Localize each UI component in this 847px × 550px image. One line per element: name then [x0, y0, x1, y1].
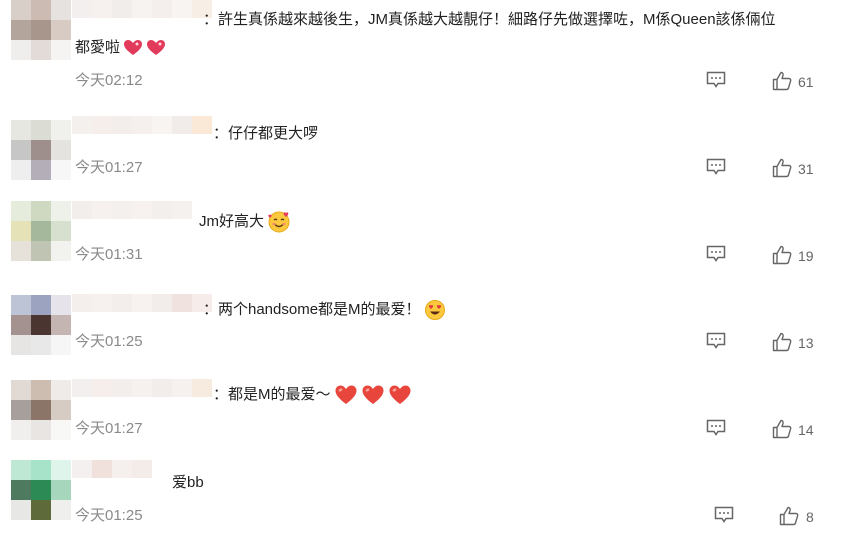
heart-eyes-emoji: [424, 299, 446, 321]
comment-text-line1: ：两个handsome都是M的最爱！: [203, 301, 421, 318]
comment-item: Jm好高大 今天01:31 19: [0, 174, 847, 265]
comment-item: ：許生真係越來越後生，JM真係越大越靚仔！細路仔先做選擇咗，M係Queen該係倆…: [0, 0, 847, 91]
comment-item: ：两个handsome都是M的最爱！ 今天01:25 13: [0, 261, 847, 355]
username[interactable]: [72, 294, 212, 330]
like-count: 8: [806, 509, 814, 525]
red-heart-emoji: [388, 384, 412, 406]
avatar[interactable]: [11, 0, 71, 60]
comment-text: Jm好高大: [199, 210, 291, 234]
comment-item: 爱bb 今天01:25 8: [0, 435, 847, 526]
avatar[interactable]: [11, 380, 71, 440]
username[interactable]: [72, 379, 212, 415]
username[interactable]: [72, 0, 212, 36]
smiling-face-with-hearts-emoji: [267, 210, 291, 234]
comment-text-line2: 都愛啦: [75, 39, 121, 56]
red-heart-emoji: [361, 384, 385, 406]
avatar[interactable]: [11, 201, 71, 261]
comment-text-continued: 都愛啦: [75, 37, 166, 59]
thumbs-up-icon[interactable]: [779, 506, 799, 526]
avatar[interactable]: [11, 460, 71, 520]
avatar[interactable]: [11, 295, 71, 355]
avatar[interactable]: [11, 120, 71, 180]
comment-text: ：两个handsome都是M的最爱！: [203, 299, 446, 321]
comment-text: 爱bb: [172, 474, 204, 491]
username[interactable]: [72, 116, 212, 152]
comment-text: ：都是M的最爱～: [213, 384, 412, 406]
comment-text-line1: Jm好高大: [199, 212, 264, 230]
comment-text: ：許生真係越來越後生，JM真係越大越靚仔！細路仔先做選擇咗，M係Queen該係倆…: [203, 11, 776, 28]
red-heart-emoji: [334, 384, 358, 406]
username[interactable]: [72, 460, 152, 496]
reply-icon[interactable]: [714, 506, 734, 524]
comment-text-line1: ：都是M的最爱～: [213, 386, 331, 403]
comment-text: ：仔仔都更大啰: [213, 125, 319, 142]
username[interactable]: [72, 201, 192, 237]
comment-time: 今天01:25: [75, 507, 143, 524]
comment-item: ：都是M的最爱～ 今天01:27 14: [0, 348, 847, 440]
sparkle-heart-emoji: [146, 39, 166, 57]
sparkle-heart-emoji: [123, 39, 143, 57]
comment-item: ：仔仔都更大啰 今天01:27 31: [0, 87, 847, 180]
